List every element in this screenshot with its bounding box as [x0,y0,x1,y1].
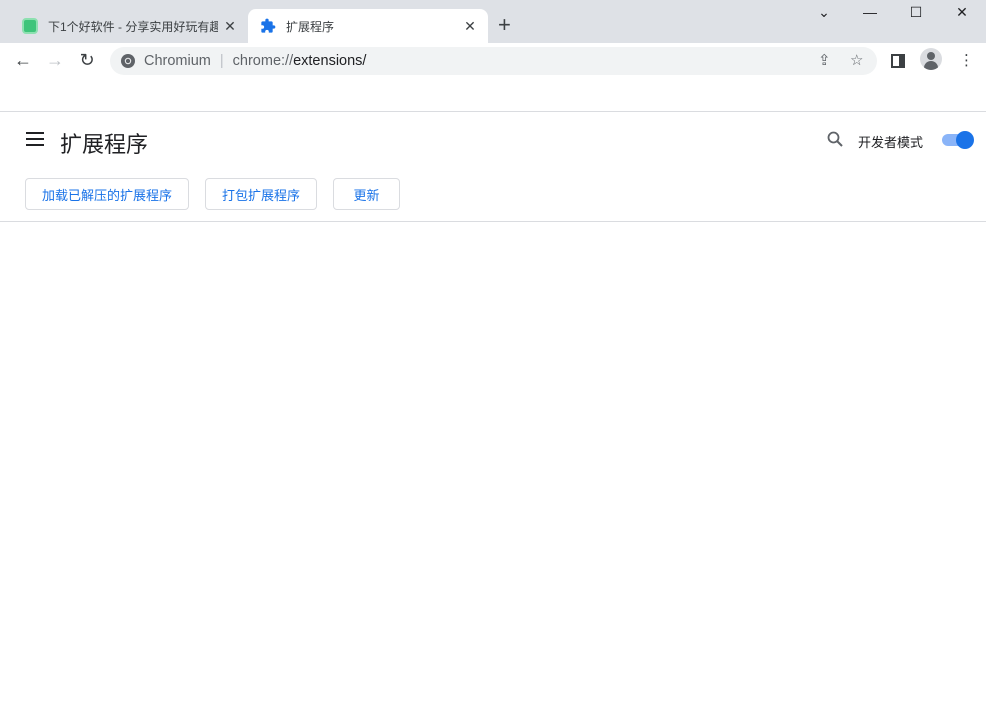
page-title: 扩展程序 [60,132,149,157]
address-bar[interactable]: Chromium | chrome://extensions/ ⇪ ☆ [110,47,877,75]
close-tab-icon[interactable]: ✕ [218,18,242,35]
puzzle-piece-icon [261,18,276,33]
developer-mode-toggle[interactable] [942,131,974,149]
reload-icon[interactable]: ↻ [75,50,99,72]
tab-extensions[interactable]: 扩展程序 ✕ [248,9,488,43]
developer-mode-label: 开发者模式 [858,135,924,150]
back-arrow-icon[interactable]: ← [11,50,35,72]
update-button[interactable]: 更新 [333,178,400,210]
minimize-button[interactable]: — [847,4,893,26]
profile-avatar-icon[interactable] [920,48,942,70]
pack-extension-button[interactable]: 打包扩展程序 [205,178,317,210]
hamburger-menu-icon[interactable] [26,132,44,146]
extensions-header: 扩展程序 开发者模式 [0,112,986,172]
close-window-button[interactable]: ✕ [939,4,985,26]
forward-arrow-icon[interactable]: → [43,50,67,72]
tab-strip: 下1个好软件 - 分享实用好玩有趣 ✕ 扩展程序 ✕ + ⌄ — ☐ ✕ [0,0,986,43]
url-text: chrome://extensions/ [232,53,367,69]
new-tab-button[interactable]: + [498,14,511,36]
close-tab-icon[interactable]: ✕ [458,18,482,35]
share-icon[interactable]: ⇪ [818,51,831,69]
more-menu-icon[interactable]: ⋮ [959,51,974,69]
divider: | [219,53,224,69]
tab-site[interactable]: 下1个好软件 - 分享实用好玩有趣 ✕ [12,9,248,43]
chromium-icon [121,54,135,68]
tab-title: 下1个好软件 - 分享实用好玩有趣 [48,19,218,34]
side-panel-icon[interactable] [891,54,905,68]
tab-search-chevron-icon[interactable]: ⌄ [801,4,847,26]
bookmark-star-icon[interactable]: ☆ [850,51,863,69]
site-name: Chromium [144,53,211,69]
maximize-button[interactable]: ☐ [893,4,939,26]
load-unpacked-button[interactable]: 加载已解压的扩展程序 [25,178,189,210]
search-icon[interactable] [827,131,843,152]
tab-title: 扩展程序 [286,19,335,34]
toolbar: ← → ↻ Chromium | chrome://extensions/ ⇪ … [0,43,986,79]
divider [0,221,986,222]
site-favicon-icon [22,18,38,34]
